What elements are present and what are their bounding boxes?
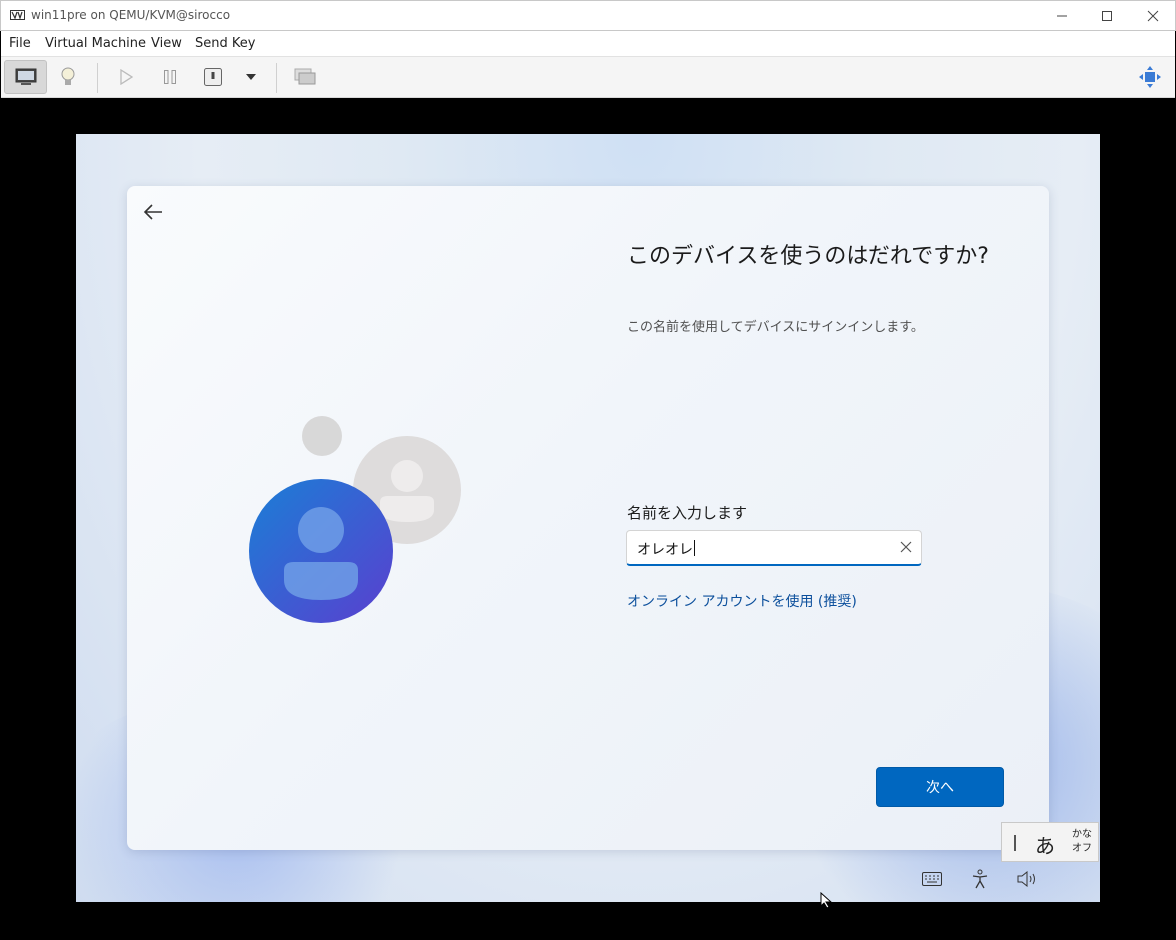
next-button[interactable]: 次へ — [876, 767, 1004, 807]
fullscreen-button[interactable] — [1134, 60, 1166, 94]
clear-icon[interactable] — [899, 540, 913, 554]
ime-kana-status: かな オフ — [1072, 829, 1092, 854]
name-input[interactable]: オレオレ — [626, 530, 922, 566]
maximize-icon — [1102, 11, 1112, 21]
snapshot-icon — [294, 68, 316, 85]
menu-bar: File Virtual Machine View Send Key — [1, 31, 1175, 56]
minimize-icon — [1057, 15, 1067, 17]
window-titlebar: win11pre on QEMU/KVM@sirocco — [0, 0, 1176, 31]
close-icon — [1147, 10, 1159, 22]
accessibility-icon — [972, 869, 988, 889]
monitor-icon — [15, 68, 36, 85]
shutdown-button[interactable] — [196, 60, 230, 94]
user-avatar-illustration — [249, 416, 461, 623]
oobe-dialog: このデバイスを使うのはだれですか? この名前を使用してデバイスにサインインします… — [127, 186, 1049, 850]
back-arrow-icon[interactable] — [141, 200, 165, 224]
virt-manager-icon — [10, 10, 25, 20]
menu-virtual-machine[interactable]: Virtual Machine — [45, 36, 146, 51]
pause-icon — [164, 70, 176, 84]
page-title: このデバイスを使うのはだれですか? — [627, 244, 989, 269]
menu-view[interactable]: View — [151, 36, 182, 51]
run-button[interactable] — [109, 60, 143, 94]
mouse-cursor-icon — [820, 892, 832, 908]
close-button[interactable] — [1130, 1, 1176, 31]
fullscreen-icon — [1139, 66, 1161, 88]
shutdown-menu-button[interactable] — [238, 60, 264, 94]
menu-file[interactable]: File — [9, 36, 31, 51]
page-subtitle: この名前を使用してデバイスにサインインします。 — [627, 320, 924, 335]
ime-mode: あ — [1035, 834, 1055, 858]
volume-button[interactable] — [1016, 868, 1040, 890]
snapshots-button[interactable] — [288, 60, 322, 94]
toolbar — [1, 56, 1175, 98]
pause-button[interactable] — [153, 60, 187, 94]
name-input-value: オレオレ — [637, 542, 693, 558]
speaker-icon — [1017, 871, 1035, 887]
window-title: win11pre on QEMU/KVM@sirocco — [31, 8, 231, 22]
menu-send-key[interactable]: Send Key — [195, 36, 255, 51]
online-account-link[interactable]: オンライン アカウントを使用 (推奨) — [627, 591, 857, 611]
keyboard-button[interactable] — [920, 868, 944, 890]
ime-indicator[interactable]: あ かな オフ — [1001, 822, 1099, 862]
power-icon — [204, 68, 222, 86]
lightbulb-icon — [61, 67, 75, 85]
accessibility-button[interactable] — [968, 868, 992, 890]
dropdown-arrow-icon — [246, 74, 256, 80]
vm-display[interactable]: このデバイスを使うのはだれですか? この名前を使用してデバイスにサインインします… — [76, 134, 1100, 902]
name-field-label: 名前を入力します — [627, 504, 748, 522]
play-icon — [120, 69, 133, 85]
maximize-button[interactable] — [1084, 1, 1130, 31]
keyboard-icon — [922, 872, 942, 886]
minimize-button[interactable] — [1039, 1, 1085, 31]
details-view-button[interactable] — [51, 60, 85, 94]
console-view-button[interactable] — [4, 60, 47, 94]
